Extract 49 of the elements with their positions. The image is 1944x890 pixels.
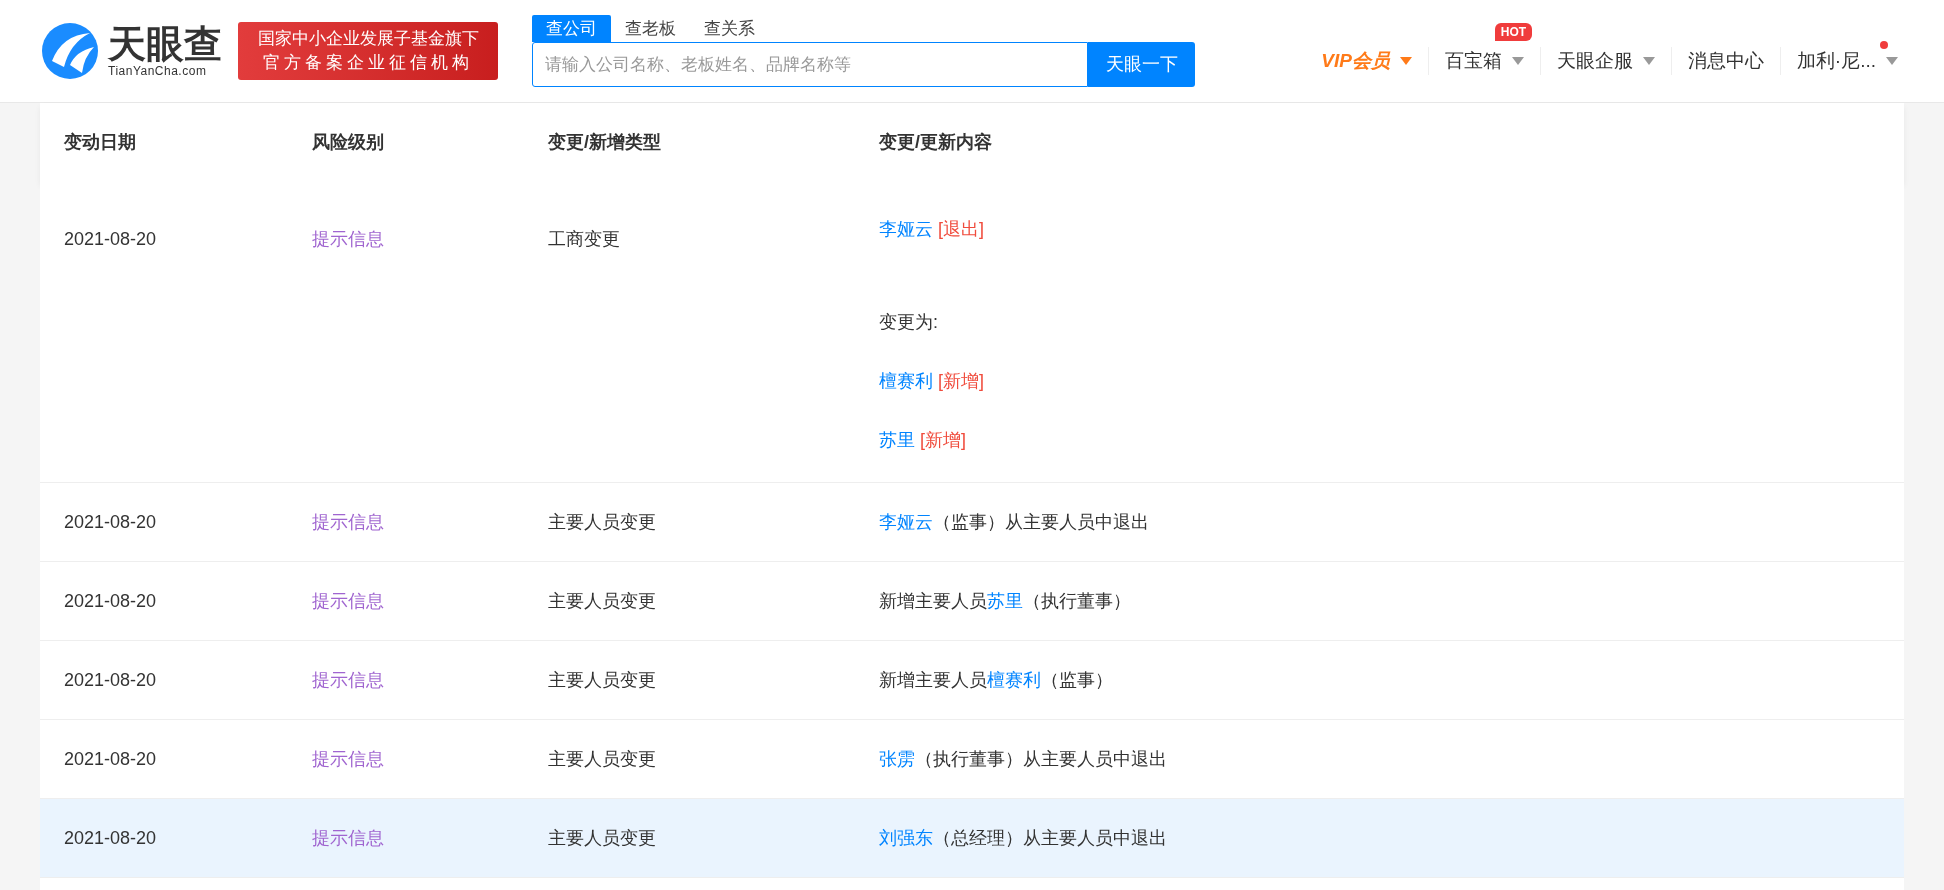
- person-link[interactable]: 李娅云: [879, 216, 933, 243]
- logo-icon: [40, 21, 100, 81]
- table-row[interactable]: 2021-08-20 提示信息 主要人员变更 刘强东（总经理）从主要人员中退出: [40, 799, 1904, 878]
- change-type: 工商变更: [548, 228, 621, 251]
- change-type: 主要人员变更: [548, 589, 657, 613]
- logo-subtitle: TianYanCha.com: [108, 64, 207, 78]
- change-type: 主要人员变更: [548, 668, 657, 692]
- change-description: 刘强东（总经理）从主要人员中退出: [879, 826, 1167, 850]
- search-tab[interactable]: 查关系: [690, 15, 769, 42]
- nav-link[interactable]: 消息中心: [1687, 46, 1764, 76]
- content-text: 变更为:: [879, 311, 938, 334]
- person-link[interactable]: 苏里: [879, 427, 915, 454]
- column-header: 风险级别: [312, 131, 385, 154]
- search-field[interactable]: 请输入公司名称、老板姓名、品牌名称等: [532, 42, 1088, 87]
- nav-link[interactable]: 百宝箱: [1444, 46, 1502, 76]
- date-cell-text: 2021-08-20: [64, 668, 158, 692]
- hot-badge: HOT: [1494, 22, 1533, 41]
- change-type: 主要人员变更: [548, 747, 657, 771]
- change-description: 张雳（执行董事）从主要人员中退出: [879, 747, 1167, 771]
- column-header: 变更/更新内容: [879, 131, 992, 154]
- certification-badge: 国家中小企业发展子基金旗下 官方备案企业征信机构: [238, 22, 498, 80]
- change-tag: [新增]: [920, 427, 966, 454]
- change-tag: [新增]: [938, 368, 984, 395]
- change-type: 主要人员变更: [548, 510, 657, 534]
- change-description: 新增主要人员檀赛利（监事）: [879, 668, 1113, 692]
- change-description: 李娅云（监事）从主要人员中退出: [879, 510, 1149, 534]
- date-cell-text: 2021-08-20: [64, 510, 158, 534]
- date-cell-text: 2021-08-20: [64, 826, 158, 850]
- nav-link[interactable]: 加利·尼...: [1796, 46, 1876, 76]
- search-button[interactable]: 天眼一下: [1088, 42, 1195, 87]
- date-cell-text: 2021-08-20: [64, 589, 158, 613]
- search-tab[interactable]: 查老板: [611, 15, 690, 42]
- change-tag: [退出]: [938, 216, 984, 243]
- person-link[interactable]: 檀赛利: [879, 368, 933, 395]
- risk-level: 提示信息: [312, 668, 385, 692]
- column-header: 变更/新增类型: [548, 131, 662, 154]
- risk-level: 提示信息: [312, 228, 385, 251]
- search-tab[interactable]: 查公司: [532, 15, 611, 42]
- change-description: 新增主要人员苏里（执行董事）: [879, 589, 1131, 613]
- date-cell-text: 2021-08-20: [64, 747, 158, 771]
- logo-text: 天眼查: [108, 24, 222, 64]
- risk-level: 提示信息: [312, 747, 385, 771]
- change-type: 主要人员变更: [548, 826, 657, 850]
- date-cell-text: 2021-08-20: [64, 228, 158, 251]
- column-header: 变动日期: [64, 131, 137, 154]
- risk-level: 提示信息: [312, 589, 385, 613]
- risk-level: 提示信息: [312, 510, 385, 534]
- risk-level: 提示信息: [312, 826, 385, 850]
- nav-link[interactable]: 天眼企服: [1556, 46, 1633, 76]
